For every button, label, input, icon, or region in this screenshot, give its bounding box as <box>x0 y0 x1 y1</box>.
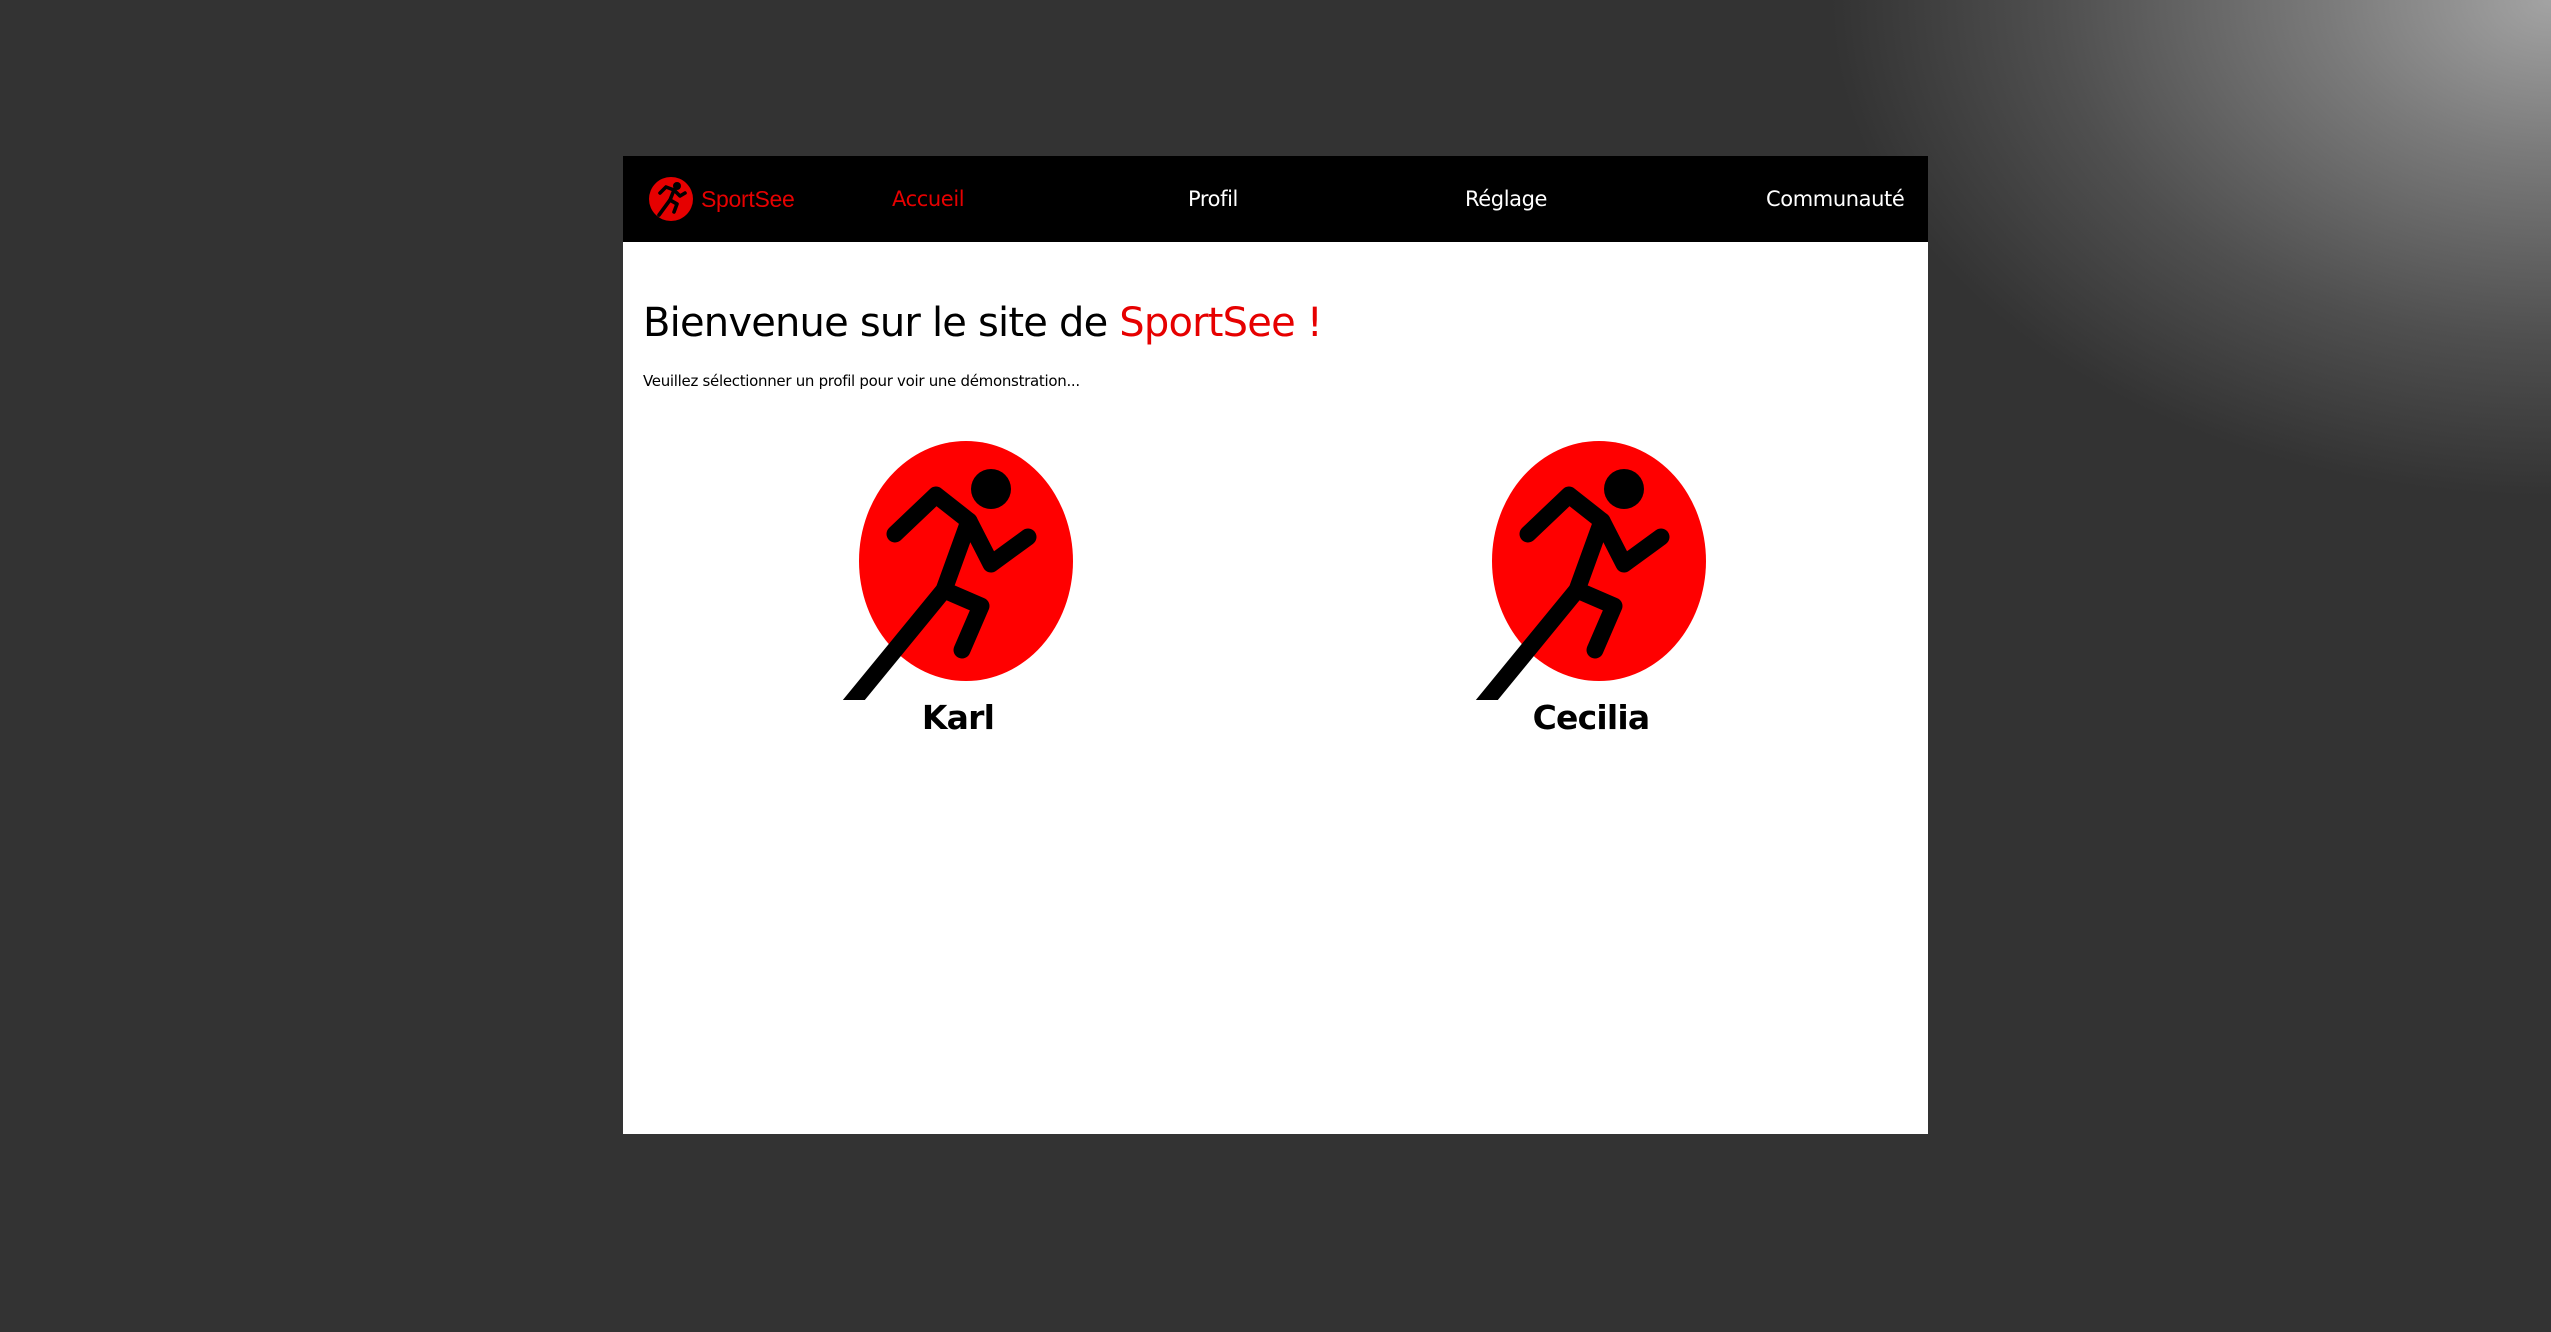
runner-icon <box>842 441 1073 700</box>
profile-card-cecilia[interactable]: Cecilia <box>1471 440 1711 760</box>
runner-icon <box>1475 441 1706 700</box>
sportsee-logo[interactable]: SportSee <box>647 173 795 225</box>
runner-icon <box>649 177 693 221</box>
app-window: SportSee Accueil Profil Réglage Communau… <box>623 156 1928 1134</box>
nav-profil[interactable]: Profil <box>1188 156 1238 242</box>
top-navigation-bar: SportSee Accueil Profil Réglage Communau… <box>623 156 1928 242</box>
page-title-prefix: Bienvenue sur le site de <box>643 300 1108 346</box>
page-subtitle: Veuillez sélectionner un profil pour voi… <box>643 372 1080 390</box>
profile-name: Karl <box>921 698 995 737</box>
logo-text: SportSee <box>701 185 795 212</box>
profile-card-karl[interactable]: Karl <box>838 440 1078 760</box>
page-title: Bienvenue sur le site de SportSee ! <box>643 300 1323 346</box>
page-title-brand: SportSee ! <box>1119 300 1323 346</box>
profile-name: Cecilia <box>1532 698 1651 737</box>
nav-reglage[interactable]: Réglage <box>1465 156 1547 242</box>
nav-accueil[interactable]: Accueil <box>892 156 965 242</box>
nav-communaute[interactable]: Communauté <box>1766 156 1905 242</box>
